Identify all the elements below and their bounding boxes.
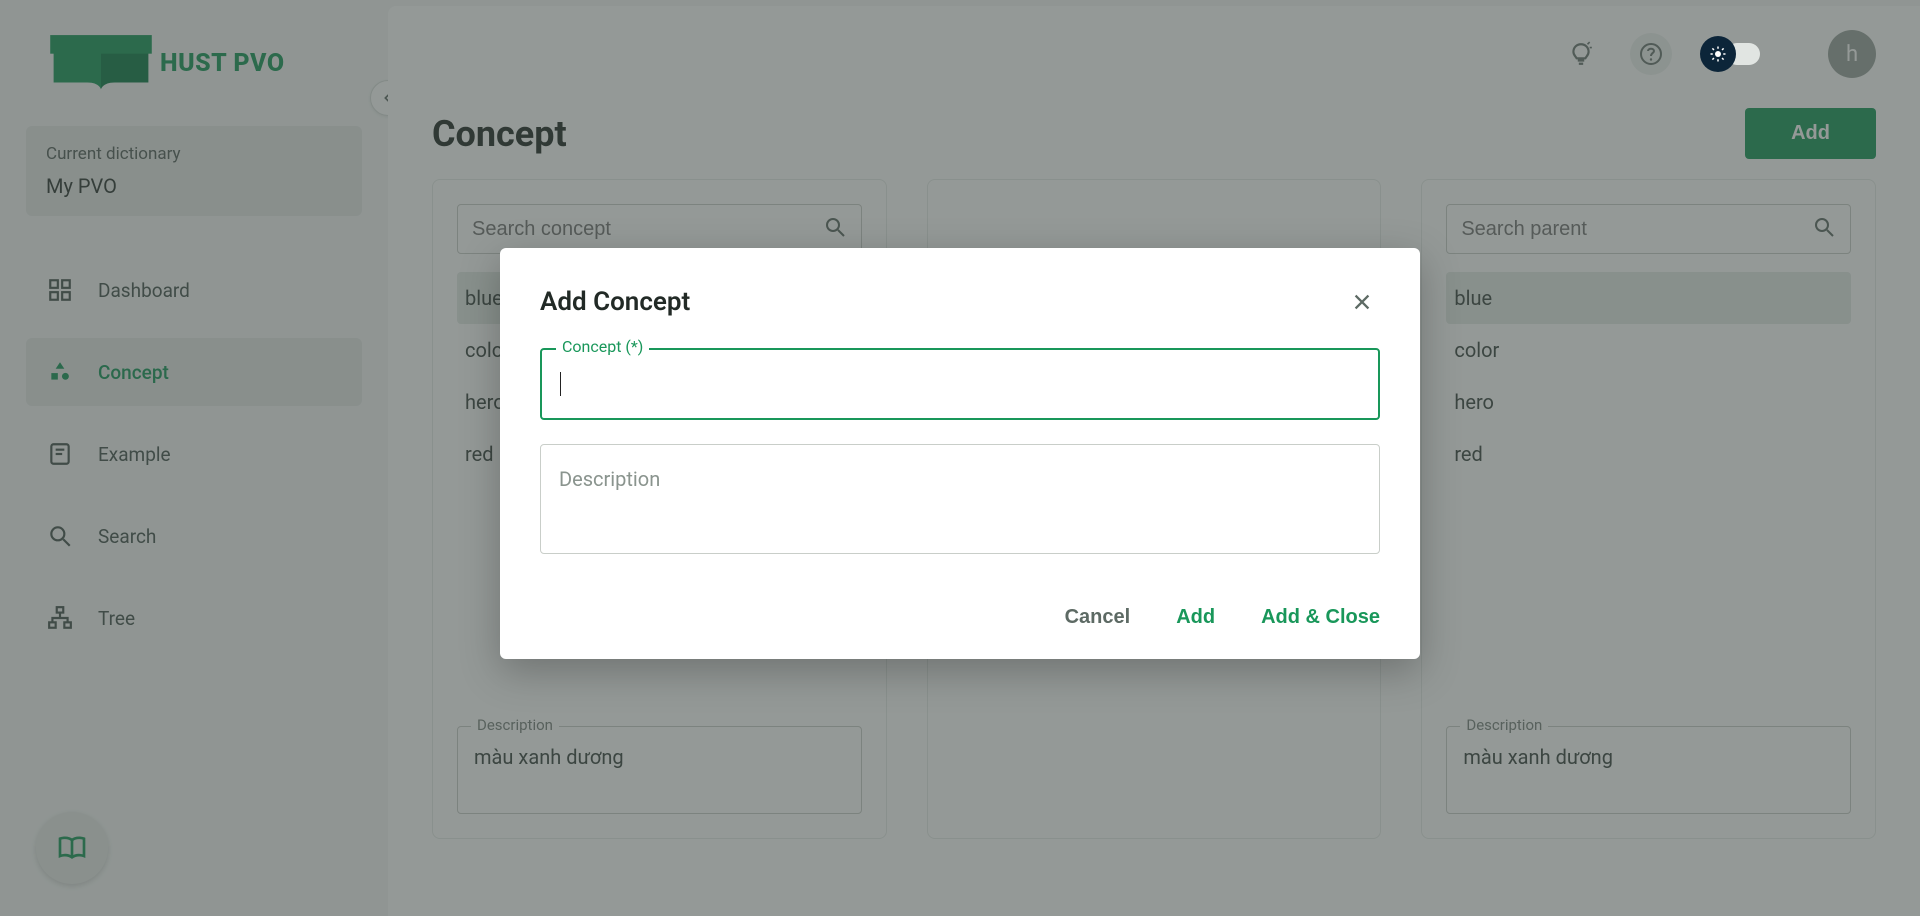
sun-icon: [1700, 36, 1736, 72]
close-button[interactable]: [1344, 284, 1380, 320]
modal-description-field: [540, 444, 1380, 558]
modal-title: Add Concept: [540, 287, 690, 317]
add-close-button[interactable]: Add & Close: [1261, 606, 1380, 629]
close-icon: [1351, 291, 1373, 313]
concept-input[interactable]: [540, 348, 1380, 420]
cancel-button[interactable]: Cancel: [1065, 606, 1131, 629]
modal-overlay[interactable]: Add Concept Concept (*) Cancel Add Add &…: [0, 0, 1920, 916]
modal-actions: Cancel Add Add & Close: [540, 582, 1380, 629]
concept-label: Concept (*): [556, 337, 649, 356]
concept-field: Concept (*): [540, 348, 1380, 420]
add-concept-modal: Add Concept Concept (*) Cancel Add Add &…: [500, 248, 1420, 659]
description-input[interactable]: [540, 444, 1380, 554]
modal-add-button[interactable]: Add: [1176, 606, 1215, 629]
